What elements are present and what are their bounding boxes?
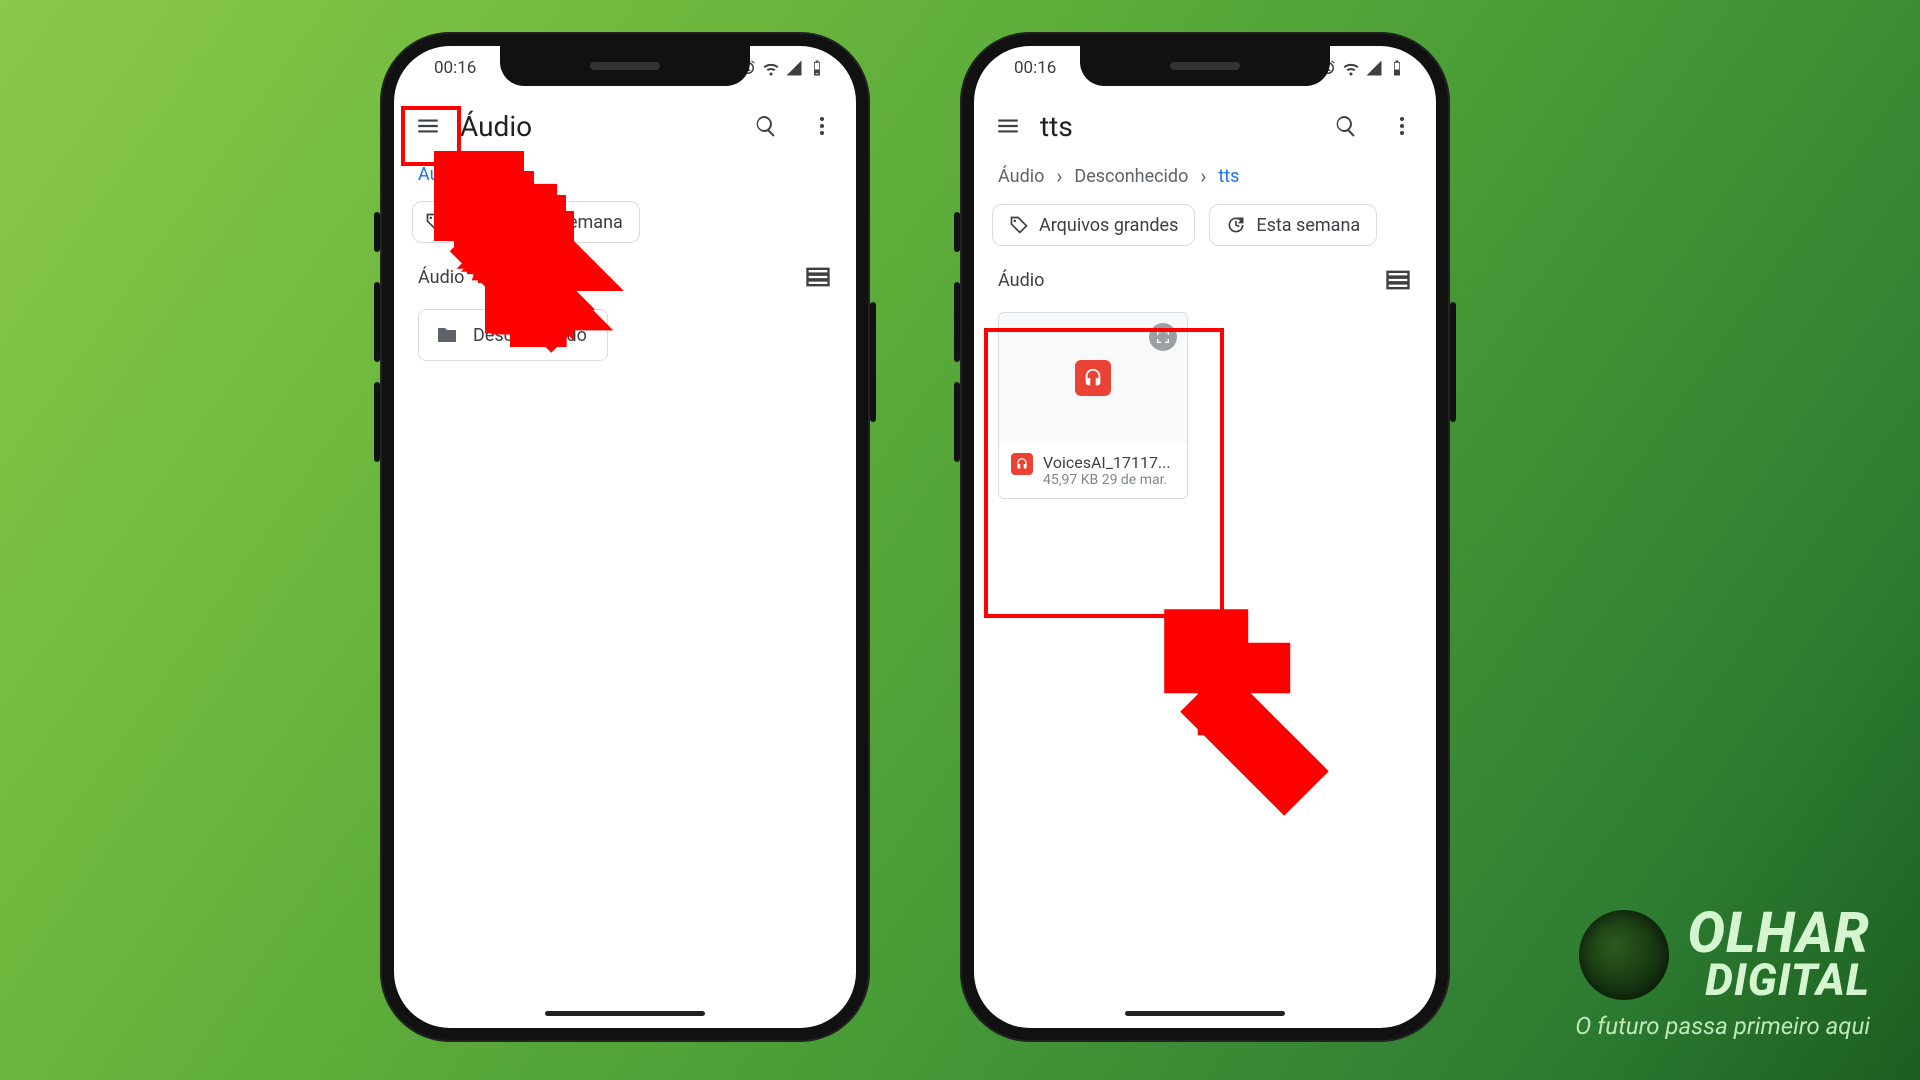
chevron-right-icon: › [1200,164,1206,188]
tag-icon [1009,215,1029,235]
folder-name: Desconhecido [473,325,587,346]
menu-button[interactable] [984,102,1032,150]
section-header: Áudio [394,257,856,301]
audio-file-icon [1075,360,1111,396]
signal-icon [1365,59,1383,77]
status-time: 00:16 [434,58,476,78]
brand-line2: DIGITAL [1687,960,1870,1002]
status-icons [1319,59,1406,77]
breadcrumb: Áudio [394,162,856,197]
app-title: Áudio [460,110,734,143]
breadcrumb-item[interactable]: Áudio [418,164,464,185]
phone-frame: 00:16 tts [960,32,1450,1042]
file-thumbnail [999,313,1187,443]
folder-icon [435,323,459,347]
expand-button[interactable] [1149,323,1177,351]
search-icon [754,114,778,138]
section-label: Áudio [418,267,464,288]
chip-this-week[interactable]: Esta semana [1209,204,1377,246]
search-icon [1334,114,1358,138]
more-vert-icon [1390,114,1414,138]
brand-watermark: OLHAR DIGITAL O futuro passa primeiro aq… [1575,907,1870,1040]
section-header: Áudio [974,260,1436,304]
brand-line1: OLHAR [1687,907,1870,960]
section-label: Áudio [998,270,1044,291]
signal-icon [785,59,803,77]
fullscreen-icon [1155,329,1171,345]
status-time: 00:16 [1014,58,1056,78]
filter-chips: Esta semana [394,197,856,257]
overflow-button[interactable] [798,102,846,150]
app-bar: Áudio [394,90,856,162]
side-button [954,212,960,252]
side-button [954,382,960,462]
chip-tag[interactable] [412,201,458,243]
home-indicator[interactable] [545,1011,705,1016]
view-toggle-button[interactable] [1384,266,1412,294]
audio-file-icon [1011,453,1033,475]
more-vert-icon [810,114,834,138]
phone-left: 00:16 Áudio [380,32,870,1042]
app-bar: tts [974,90,1436,162]
tag-icon [425,212,445,232]
chip-label: Esta semana [1256,215,1360,236]
filter-chips: Arquivos grandes Esta semana [974,200,1436,260]
file-meta: VoicesAI_17117... 45,97 KB 29 de mar. [999,443,1187,498]
breadcrumb-item[interactable]: tts [1218,166,1239,187]
battery-icon [808,59,826,77]
menu-button[interactable] [404,102,452,150]
search-button[interactable] [742,102,790,150]
wifi-icon [762,59,780,77]
notch [1080,46,1330,86]
phone-right: 00:16 tts [960,32,1450,1042]
file-name: VoicesAI_17117... [1043,453,1175,472]
folder-item[interactable]: Desconhecido [418,309,608,361]
brand-tagline: O futuro passa primeiro aqui [1575,1012,1870,1040]
file-item[interactable]: VoicesAI_17117... 45,97 KB 29 de mar. [998,312,1188,499]
phone-frame: 00:16 Áudio [380,32,870,1042]
view-toggle-button[interactable] [804,263,832,291]
chip-large-files[interactable]: Arquivos grandes [992,204,1195,246]
wifi-icon [1342,59,1360,77]
chip-label: Esta semana [519,212,623,233]
brand-logo-icon [1579,910,1669,1000]
home-indicator[interactable] [1125,1011,1285,1016]
hamburger-icon [995,113,1021,139]
status-icons [739,59,826,77]
notch [500,46,750,86]
side-button [954,282,960,362]
search-button[interactable] [1322,102,1370,150]
breadcrumb: Áudio › Desconhecido › tts [974,162,1436,200]
battery-icon [1388,59,1406,77]
hamburger-icon [415,113,441,139]
screen: 00:16 Áudio [394,46,856,1028]
side-button [870,302,876,422]
chip-this-week[interactable]: Esta semana [472,201,640,243]
side-button [374,282,380,362]
breadcrumb-item[interactable]: Áudio [998,166,1044,187]
history-icon [1226,215,1246,235]
app-title: tts [1040,110,1314,143]
screen: 00:16 tts [974,46,1436,1028]
side-button [374,382,380,462]
side-button [1450,302,1456,422]
chip-label: Arquivos grandes [1039,215,1178,236]
overflow-button[interactable] [1378,102,1426,150]
breadcrumb-item[interactable]: Desconhecido [1074,166,1188,187]
chevron-right-icon: › [1056,164,1062,188]
side-button [374,212,380,252]
file-details: 45,97 KB 29 de mar. [1043,472,1175,488]
history-icon [489,212,509,232]
